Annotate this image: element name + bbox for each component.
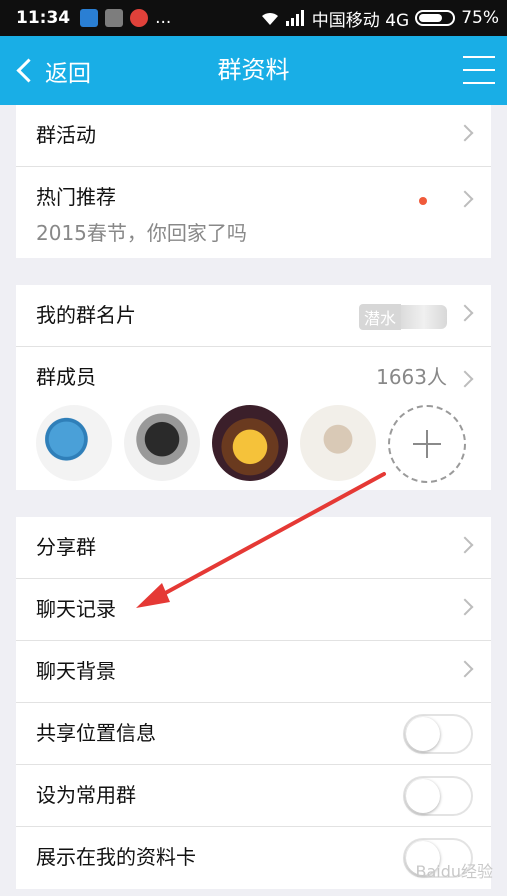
app-notification-icon-2	[105, 9, 124, 27]
menu-icon	[463, 56, 495, 58]
status-bar: 11:34 ... 中国移动 4G 75%	[0, 0, 507, 36]
my-namecard-row[interactable]: 我的群名片 潜水	[16, 285, 491, 347]
show-in-profile-label: 展示在我的资料卡	[36, 845, 196, 869]
share-group-label: 分享群	[36, 535, 96, 559]
signal-icon	[285, 10, 304, 26]
set-frequent-toggle[interactable]	[403, 776, 473, 816]
avatar[interactable]	[300, 405, 376, 481]
chevron-right-icon	[456, 660, 474, 678]
share-location-row: 共享位置信息	[16, 703, 491, 765]
phone-screen: 11:34 ... 中国移动 4G 75% 返回 群资料 群活动 热门推荐 20…	[0, 0, 507, 896]
group-members-label: 群成员	[36, 365, 96, 389]
group-activity-label: 群活动	[36, 123, 96, 147]
back-button[interactable]: 返回	[14, 36, 91, 105]
avatar[interactable]	[212, 405, 288, 481]
wifi-icon	[261, 12, 278, 25]
hot-recommend-subtitle: 2015春节，你回家了吗	[36, 221, 247, 245]
group-activity-section: 群活动 热门推荐 2015春节，你回家了吗	[16, 105, 491, 258]
app-notification-icon	[80, 9, 99, 27]
chat-background-row[interactable]: 聊天背景	[16, 641, 491, 703]
unread-dot	[419, 197, 427, 205]
alarm-icon	[130, 9, 149, 27]
more-section: 分享群 聊天记录 聊天背景 共享位置信息 设为常用群 展示在我的资料卡	[16, 517, 491, 889]
share-location-label: 共享位置信息	[36, 721, 156, 745]
hot-recommend-row[interactable]: 热门推荐 2015春节，你回家了吗	[16, 167, 491, 258]
chevron-right-icon	[456, 598, 474, 616]
namecard-value: 潜水	[358, 304, 447, 330]
back-label: 返回	[45, 60, 91, 87]
blurred-name	[401, 305, 447, 329]
group-members-row[interactable]: 群成员 1663人	[16, 347, 491, 490]
more-notifications-icon: ...	[155, 8, 172, 28]
group-activity-row[interactable]: 群活动	[16, 105, 491, 167]
namecard-tag: 潜水	[358, 304, 401, 330]
nav-bar: 返回 群资料	[0, 36, 507, 105]
chevron-right-icon	[456, 124, 474, 142]
set-frequent-label: 设为常用群	[36, 783, 136, 807]
watermark: Baidu经验	[415, 862, 493, 881]
share-group-row[interactable]: 分享群	[16, 517, 491, 579]
battery-icon	[415, 10, 456, 26]
chevron-left-icon	[16, 58, 41, 83]
member-section: 我的群名片 潜水 群成员 1663人	[16, 285, 491, 490]
chevron-right-icon	[456, 190, 474, 208]
settings-list: 群活动 热门推荐 2015春节，你回家了吗 我的群名片 潜水 群成员 1663人…	[16, 105, 491, 889]
status-right: 中国移动 4G 75%	[260, 6, 499, 31]
chat-history-row[interactable]: 聊天记录	[16, 579, 491, 641]
avatar[interactable]	[36, 405, 112, 481]
member-count: 1663人	[376, 365, 447, 389]
status-time: 11:34	[16, 8, 71, 28]
share-location-toggle[interactable]	[403, 714, 473, 754]
menu-button[interactable]	[463, 56, 495, 84]
battery-percent: 75%	[461, 8, 499, 28]
carrier-label: 中国移动 4G	[311, 10, 410, 31]
hot-recommend-label: 热门推荐	[36, 185, 116, 209]
avatar[interactable]	[124, 405, 200, 481]
my-namecard-label: 我的群名片	[36, 303, 136, 327]
chat-background-label: 聊天背景	[36, 659, 116, 683]
add-member-button[interactable]	[388, 405, 466, 483]
chevron-right-icon	[456, 304, 474, 322]
chevron-right-icon	[456, 370, 474, 388]
member-avatars	[36, 405, 466, 483]
set-frequent-row: 设为常用群	[16, 765, 491, 827]
chevron-right-icon	[456, 536, 474, 554]
chat-history-label: 聊天记录	[36, 597, 116, 621]
